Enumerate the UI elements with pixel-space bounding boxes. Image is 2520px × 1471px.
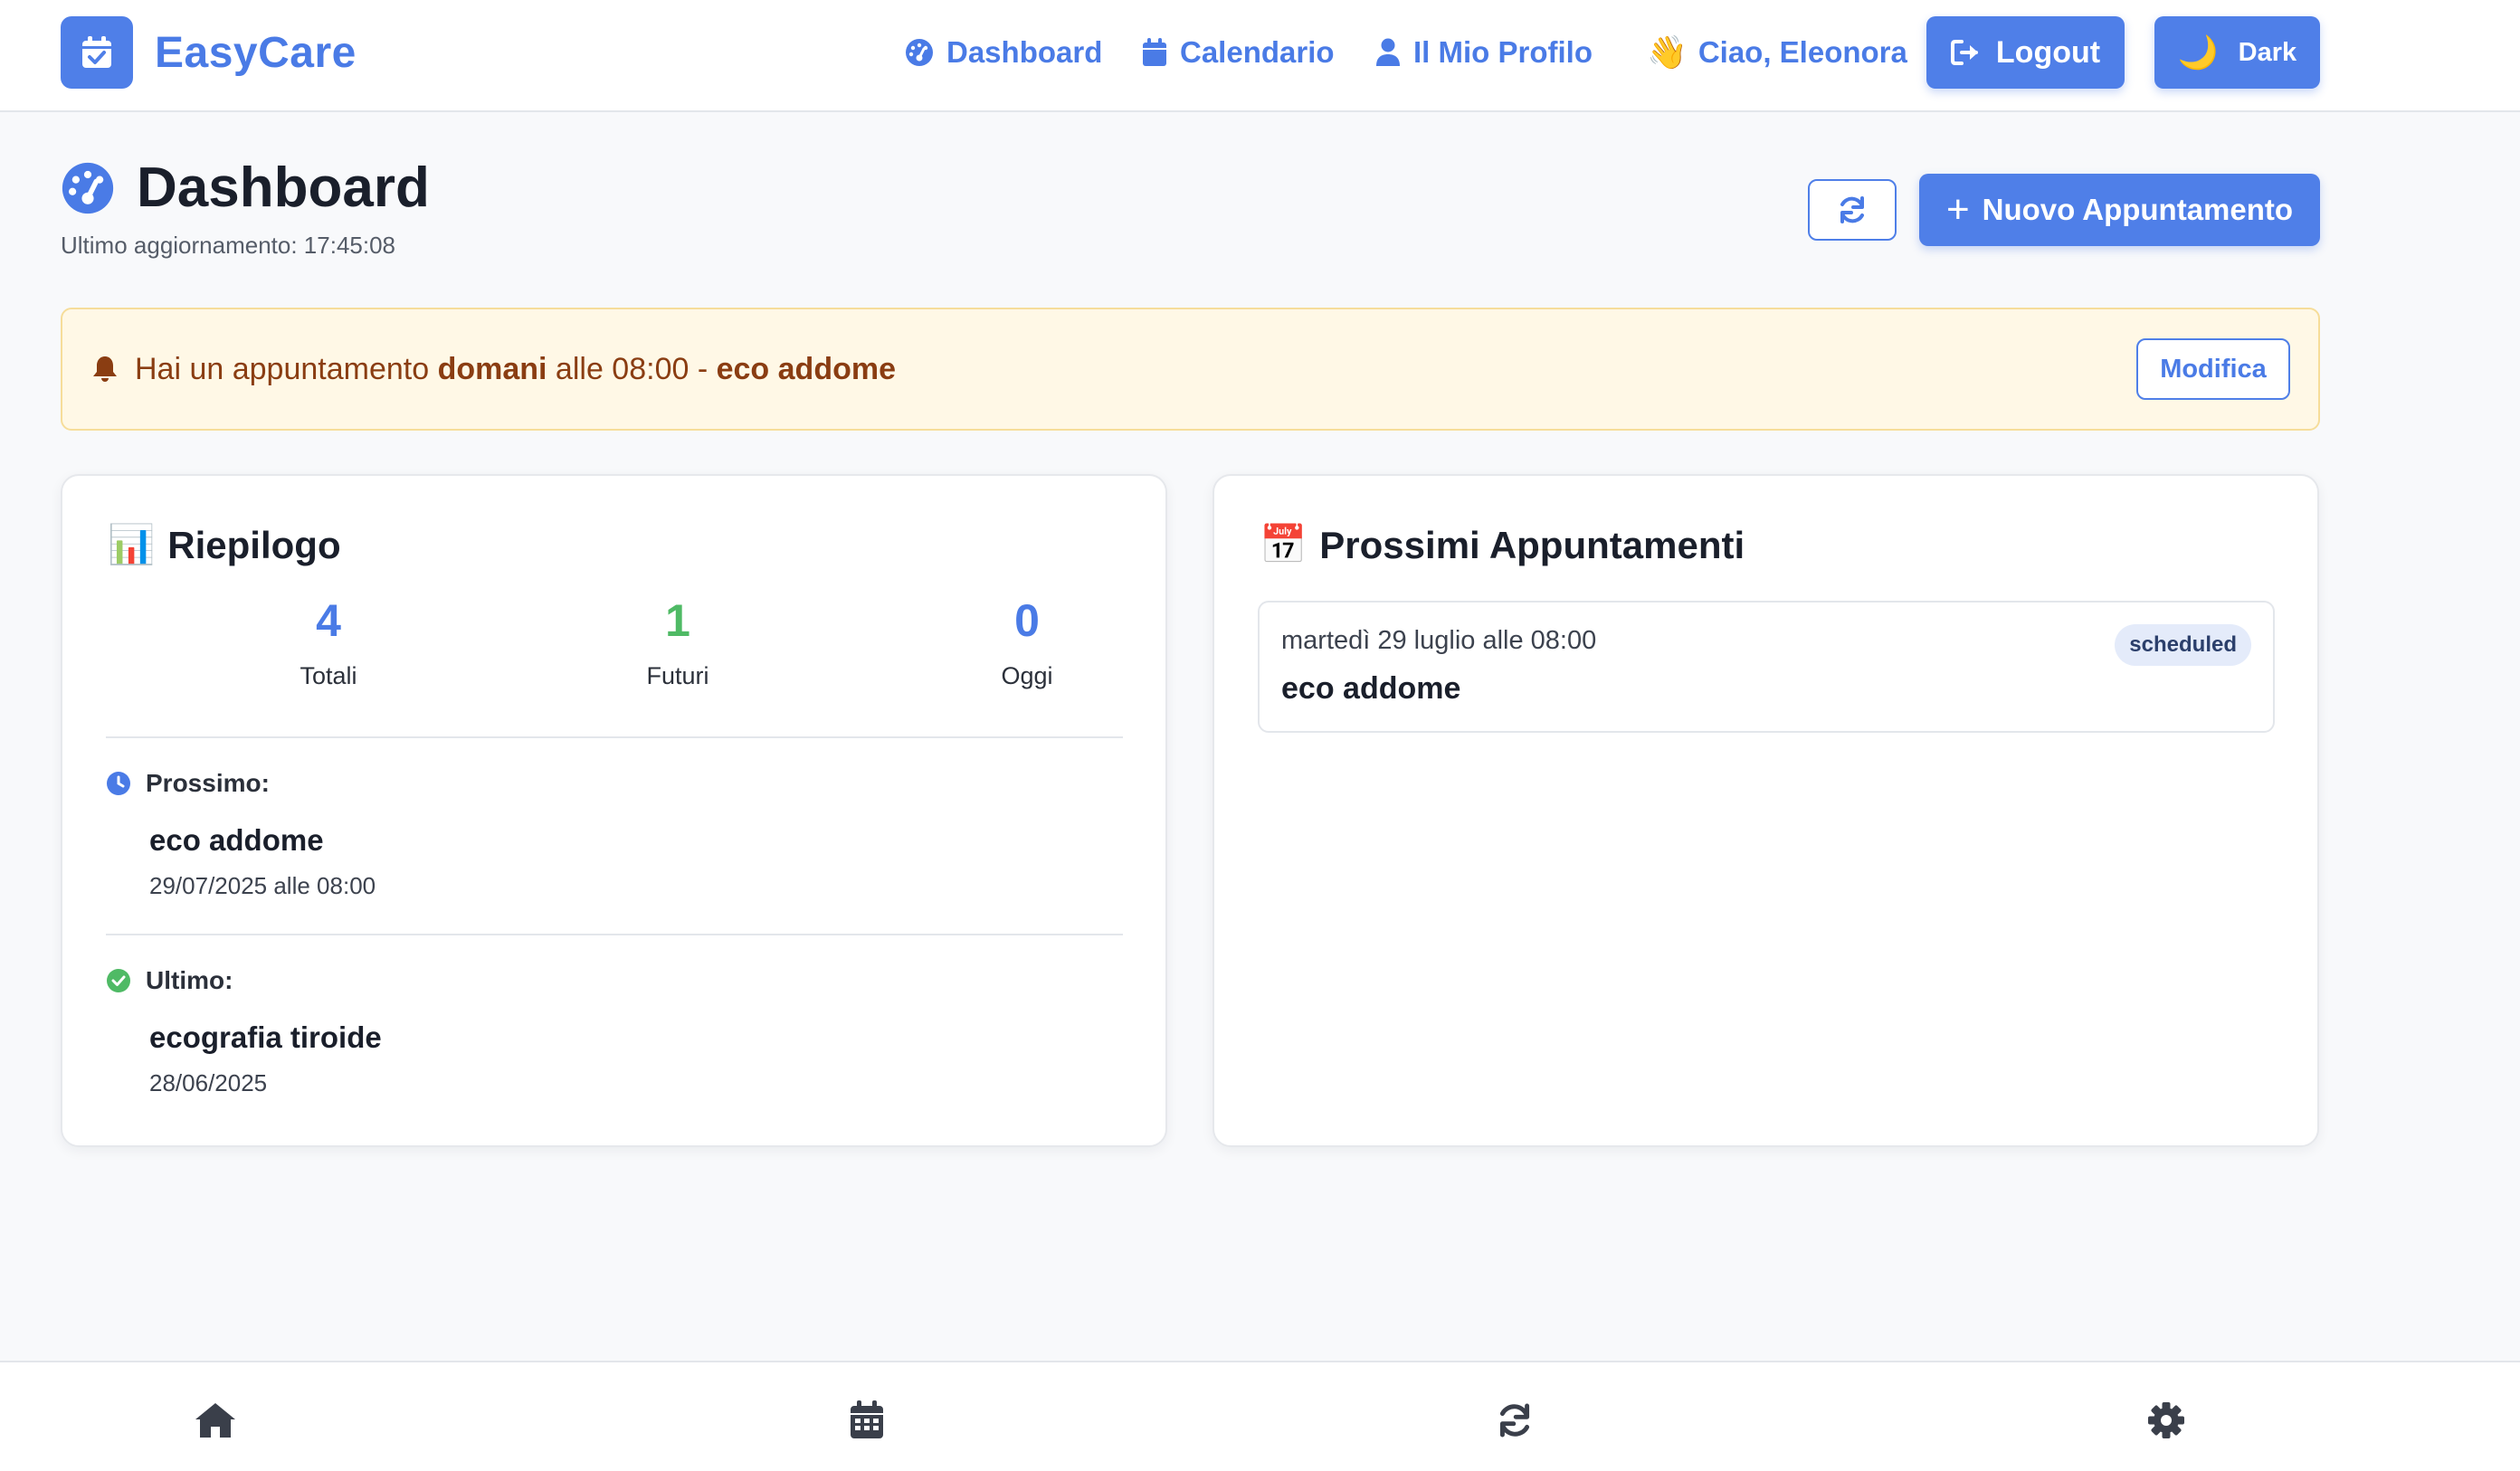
- last-appointment-name: ecografia tiroide: [149, 1020, 382, 1054]
- plus-icon: +: [1945, 187, 1970, 232]
- status-badge: scheduled: [2115, 624, 2251, 666]
- home-icon: [194, 1401, 237, 1439]
- calendar-icon: 📅: [1260, 523, 1308, 565]
- alert-prefix: Hai un appuntamento: [135, 351, 438, 386]
- settings-icon: [2147, 1401, 2185, 1439]
- stat-value: 0: [1014, 595, 1040, 646]
- appointment-reminder-alert: Hai un appuntamento domani alle 08:00 - …: [61, 308, 2320, 431]
- nav-link-profile[interactable]: Il Mio Profilo: [1375, 27, 1593, 78]
- appointment-item[interactable]: martedì 29 luglio alle 08:00 eco addome …: [1258, 601, 2275, 733]
- stat-value: 1: [665, 595, 690, 646]
- stat-today: 0 Oggi: [891, 593, 1163, 690]
- next-heading-text: Prossimo:: [146, 769, 270, 797]
- stat-label: Totali: [300, 662, 357, 689]
- calendar-check-icon: [61, 16, 133, 89]
- upcoming-title: 📅 Prossimi Appuntamenti: [1260, 523, 1745, 567]
- divider: [106, 736, 1123, 738]
- stat-future: 1 Futuri: [542, 593, 813, 690]
- nav-link-dashboard[interactable]: Dashboard: [905, 27, 1102, 78]
- moon-icon: 🌙: [2177, 33, 2219, 71]
- appointment-date: martedì 29 luglio alle 08:00: [1281, 626, 1597, 655]
- divider: [106, 934, 1123, 935]
- tab-home[interactable]: [188, 1393, 242, 1447]
- calendar-icon: [849, 1400, 885, 1440]
- new-appointment-button[interactable]: + Nuovo Appuntamento: [1919, 174, 2320, 246]
- sync-icon: [1496, 1401, 1534, 1439]
- new-appointment-label: Nuovo Appuntamento: [1982, 193, 2294, 226]
- top-navbar: EasyCare Dashboard Calendario Il Mio Pro…: [0, 0, 2520, 112]
- tab-sync[interactable]: [1488, 1393, 1542, 1447]
- theme-label: Dark: [2238, 37, 2297, 67]
- user-greeting: 👋 Ciao, Eleonora: [1647, 27, 1907, 78]
- last-update-text: Ultimo aggiornamento: 17:45:08: [61, 232, 396, 259]
- next-appointment-heading: Prossimo:: [106, 769, 270, 798]
- next-appointment-date: 29/07/2025 alle 08:00: [149, 872, 376, 899]
- page-header: Dashboard: [61, 156, 430, 220]
- last-appointment-heading: Ultimo:: [106, 966, 233, 995]
- stat-label: Oggi: [1001, 662, 1053, 689]
- dashboard-icon: [61, 161, 115, 215]
- stat-total: 4 Totali: [193, 593, 464, 690]
- alert-subject: eco addome: [716, 351, 896, 386]
- brand[interactable]: EasyCare: [61, 16, 357, 89]
- bottom-tab-bar: [0, 1361, 2520, 1471]
- wave-icon: 👋: [1647, 33, 1688, 71]
- refresh-icon: [1837, 195, 1868, 225]
- upcoming-title-text: Prossimi Appuntamenti: [1319, 523, 1745, 566]
- last-heading-text: Ultimo:: [146, 966, 233, 994]
- nav-link-label: Calendario: [1180, 35, 1335, 69]
- upcoming-appointments-card: 📅 Prossimi Appuntamenti martedì 29 lugli…: [1212, 474, 2319, 1147]
- alert-middle: alle 08:00 -: [547, 351, 717, 386]
- tab-calendar[interactable]: [840, 1393, 894, 1447]
- summary-card: 📊 Riepilogo 4 Totali 1 Futuri 0 Oggi Pro…: [61, 474, 1167, 1147]
- bell-icon: [91, 355, 119, 384]
- bar-chart-icon: 📊: [108, 523, 156, 565]
- refresh-button[interactable]: [1808, 179, 1897, 241]
- logout-icon: [1950, 39, 1982, 66]
- last-appointment-date: 28/06/2025: [149, 1069, 268, 1096]
- stat-value: 4: [316, 595, 341, 646]
- nav-link-label: Il Mio Profilo: [1413, 35, 1593, 69]
- calendar-icon: [1142, 38, 1167, 67]
- alert-message: Hai un appuntamento domani alle 08:00 - …: [91, 309, 896, 429]
- summary-title: 📊 Riepilogo: [108, 523, 341, 567]
- logout-button[interactable]: Logout: [1926, 16, 2125, 89]
- dashboard-icon: [905, 38, 934, 67]
- appointment-title: eco addome: [1281, 671, 1461, 706]
- clock-icon: [106, 771, 131, 796]
- nav-link-label: Dashboard: [946, 35, 1103, 69]
- tab-settings[interactable]: [2139, 1393, 2193, 1447]
- greeting-text: Ciao, Eleonora: [1697, 35, 1907, 69]
- nav-link-calendar[interactable]: Calendario: [1142, 27, 1335, 78]
- stat-label: Futuri: [646, 662, 709, 689]
- check-circle-icon: [106, 968, 131, 993]
- page-title: Dashboard: [137, 157, 430, 219]
- user-icon: [1375, 38, 1401, 67]
- logout-label: Logout: [1995, 34, 2101, 70]
- next-appointment-name: eco addome: [149, 823, 324, 857]
- summary-title-text: Riepilogo: [167, 523, 341, 566]
- theme-toggle-button[interactable]: 🌙 Dark: [2154, 16, 2320, 89]
- brand-name: EasyCare: [155, 28, 357, 77]
- alert-when: domani: [437, 351, 547, 386]
- modify-button[interactable]: Modifica: [2136, 338, 2290, 400]
